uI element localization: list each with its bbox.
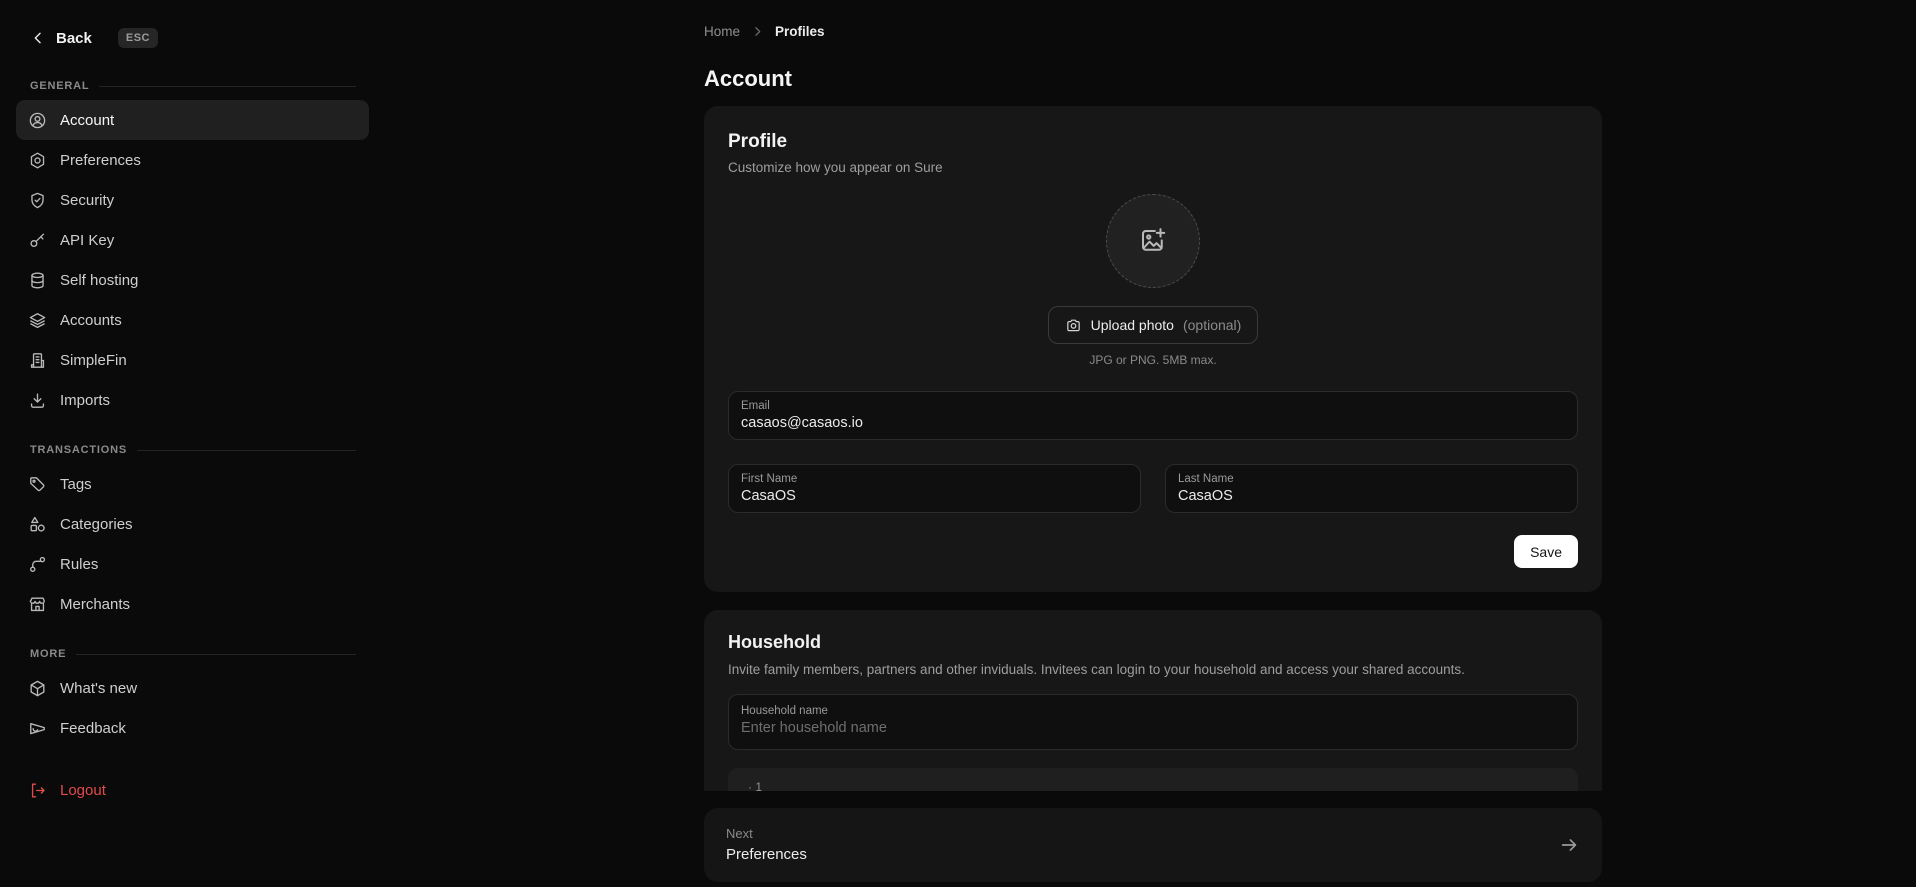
- section-general: GENERAL: [30, 78, 356, 94]
- sidebar-item-api-key[interactable]: API Key: [16, 220, 369, 260]
- megaphone-icon: [28, 719, 47, 738]
- user-circle-icon: [28, 111, 47, 130]
- profile-card: Profile Customize how you appear on Sure: [704, 106, 1602, 592]
- download-icon: [28, 391, 47, 410]
- sidebar-item-categories[interactable]: Categories: [16, 504, 369, 544]
- sidebar-item-label: Self hosting: [60, 272, 138, 289]
- layers-icon: [28, 311, 47, 330]
- upload-hint: JPG or PNG. 5MB max.: [728, 352, 1578, 368]
- profile-card-subtitle: Customize how you appear on Sure: [728, 158, 1578, 178]
- section-divider: [137, 450, 356, 451]
- camera-icon: [1065, 317, 1082, 334]
- email-input[interactable]: [741, 413, 1565, 431]
- first-name-field[interactable]: First Name: [728, 464, 1141, 513]
- upload-photo-label: Upload photo: [1091, 317, 1174, 333]
- household-card: Household Invite family members, partner…: [704, 610, 1602, 791]
- section-label: MORE: [30, 648, 66, 660]
- sidebar-item-feedback[interactable]: Feedback: [16, 708, 369, 748]
- breadcrumb-current: Profiles: [775, 24, 825, 39]
- sidebar-item-label: Rules: [60, 556, 98, 573]
- store-icon: [28, 595, 47, 614]
- package-icon: [28, 679, 47, 698]
- breadcrumb: Home Profiles: [704, 22, 1602, 40]
- page-title: Account: [704, 64, 1602, 94]
- arrow-right-icon: [1558, 834, 1580, 856]
- chevron-right-icon: [751, 25, 764, 38]
- next-label: Next: [726, 825, 807, 843]
- sidebar-item-simplefin[interactable]: SimpleFin: [16, 340, 369, 380]
- tag-icon: [28, 475, 47, 494]
- image-plus-icon: [1138, 226, 1168, 256]
- sidebar-item-preferences[interactable]: Preferences: [16, 140, 369, 180]
- upload-optional-label: (optional): [1183, 317, 1241, 333]
- upload-photo-button[interactable]: Upload photo (optional): [1048, 306, 1259, 344]
- section-more: MORE: [30, 646, 356, 662]
- sidebar-item-whats-new[interactable]: What's new: [16, 668, 369, 708]
- household-member-row[interactable]: · 1: [728, 768, 1578, 791]
- main-content: Home Profiles Account Profile Customize …: [370, 0, 1916, 887]
- first-name-label: First Name: [741, 472, 1128, 486]
- last-name-label: Last Name: [1178, 472, 1565, 486]
- sidebar-item-security[interactable]: Security: [16, 180, 369, 220]
- next-page-card[interactable]: Next Preferences: [704, 808, 1602, 882]
- settings-icon: [28, 151, 47, 170]
- sidebar-item-label: What's new: [60, 680, 137, 697]
- household-name-field[interactable]: Household name: [728, 694, 1578, 750]
- household-card-description: Invite family members, partners and othe…: [728, 660, 1578, 680]
- logout-icon: [28, 781, 47, 800]
- sidebar-item-label: Merchants: [60, 596, 130, 613]
- sidebar-item-label: Account: [60, 112, 114, 129]
- section-divider: [76, 654, 356, 655]
- next-target: Preferences: [726, 845, 807, 865]
- avatar-upload-placeholder[interactable]: [1106, 194, 1200, 288]
- last-name-field[interactable]: Last Name: [1165, 464, 1578, 513]
- sidebar-item-label: Feedback: [60, 720, 126, 737]
- sidebar-item-label: Tags: [60, 476, 92, 493]
- save-button[interactable]: Save: [1514, 535, 1578, 568]
- household-name-label: Household name: [741, 704, 1565, 718]
- sidebar-item-self-hosting[interactable]: Self hosting: [16, 260, 369, 300]
- shield-check-icon: [28, 191, 47, 210]
- settings-sidebar: Back ESC GENERAL Account Preferences Sec…: [0, 0, 370, 887]
- household-card-title: Household: [728, 630, 1578, 654]
- sidebar-item-label: Categories: [60, 516, 133, 533]
- email-field[interactable]: Email: [728, 391, 1578, 440]
- sidebar-item-merchants[interactable]: Merchants: [16, 584, 369, 624]
- sidebar-item-accounts[interactable]: Accounts: [16, 300, 369, 340]
- household-member-row-text: · 1: [748, 780, 762, 791]
- section-divider: [99, 86, 356, 87]
- sidebar-item-label: SimpleFin: [60, 352, 127, 369]
- profile-card-title: Profile: [728, 130, 1578, 154]
- first-name-input[interactable]: [741, 486, 1128, 504]
- sidebar-item-imports[interactable]: Imports: [16, 380, 369, 420]
- shapes-icon: [28, 515, 47, 534]
- sidebar-item-label: Imports: [60, 392, 110, 409]
- logout-button[interactable]: Logout: [16, 770, 369, 810]
- section-transactions: TRANSACTIONS: [30, 442, 356, 458]
- back-button[interactable]: Back ESC: [16, 24, 370, 52]
- database-icon: [28, 271, 47, 290]
- back-label: Back: [56, 30, 92, 47]
- branch-icon: [28, 555, 47, 574]
- section-label: TRANSACTIONS: [30, 444, 127, 456]
- breadcrumb-home-link[interactable]: Home: [704, 24, 740, 39]
- esc-badge: ESC: [118, 28, 158, 48]
- section-label: GENERAL: [30, 80, 89, 92]
- email-field-label: Email: [741, 399, 1565, 413]
- key-icon: [28, 231, 47, 250]
- sidebar-item-rules[interactable]: Rules: [16, 544, 369, 584]
- household-name-input[interactable]: [741, 718, 1565, 736]
- sidebar-item-tags[interactable]: Tags: [16, 464, 369, 504]
- sidebar-item-label: Preferences: [60, 152, 141, 169]
- bank-building-icon: [28, 351, 47, 370]
- sidebar-item-label: Security: [60, 192, 114, 209]
- chevron-left-icon: [30, 30, 46, 46]
- logout-label: Logout: [60, 782, 106, 799]
- last-name-input[interactable]: [1178, 486, 1565, 504]
- app-window: Back ESC GENERAL Account Preferences Sec…: [0, 0, 1916, 887]
- sidebar-item-label: Accounts: [60, 312, 122, 329]
- sidebar-item-account[interactable]: Account: [16, 100, 369, 140]
- sidebar-item-label: API Key: [60, 232, 114, 249]
